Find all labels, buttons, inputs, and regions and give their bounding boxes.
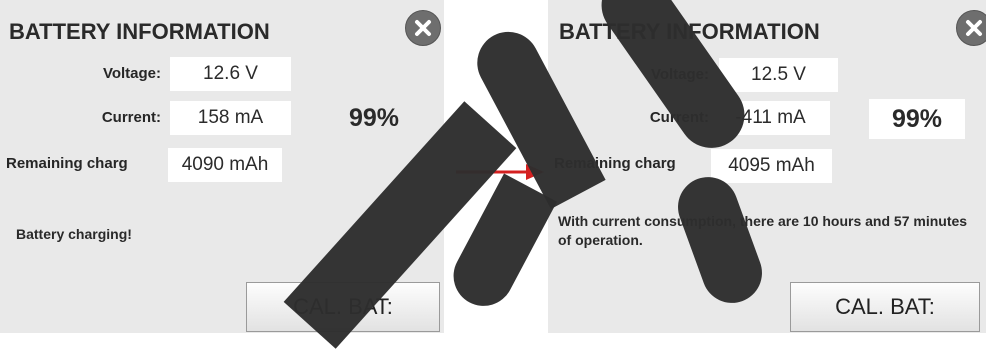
close-icon — [966, 20, 982, 36]
remaining-charge-value: 4095 mAh — [711, 149, 832, 183]
voltage-value: 12.5 V — [719, 58, 838, 92]
status-message: With current consumption, there are 10 h… — [558, 213, 968, 248]
remaining-charge-value: 4090 mAh — [168, 148, 282, 182]
voltage-label: Voltage: — [650, 66, 709, 83]
voltage-value: 12.6 V — [170, 57, 291, 91]
current-label: Current: — [101, 109, 161, 126]
battery-info-panel-before: BATTERY INFORMATION Voltage: 12.6 V Curr… — [0, 0, 444, 333]
current-value: 158 mA — [170, 101, 291, 135]
panel-title: BATTERY INFORMATION — [9, 19, 270, 44]
arrow-right-icon — [456, 164, 544, 180]
remaining-charge-label: Remaining charg — [554, 155, 676, 172]
close-button[interactable] — [405, 10, 441, 46]
panel-title: BATTERY INFORMATION — [559, 19, 820, 44]
cal-bat-button[interactable]: CAL. BAT: — [790, 282, 980, 332]
cal-bat-button[interactable]: CAL. BAT: — [246, 282, 440, 332]
close-icon — [415, 20, 431, 36]
battery-info-panel-after: BATTERY INFORMATION Voltage: 12.5 V Curr… — [548, 0, 986, 333]
current-value: -411 mA — [711, 101, 830, 135]
status-message: Battery charging! — [16, 226, 132, 242]
close-button[interactable] — [956, 10, 986, 46]
current-label: Current: — [649, 109, 709, 126]
watermark-stroke — [442, 173, 558, 317]
charge-percent: 99% — [869, 99, 965, 139]
remaining-charge-label: Remaining charg — [6, 155, 128, 172]
voltage-label: Voltage: — [102, 65, 161, 82]
charge-percent: 99% — [348, 104, 400, 132]
